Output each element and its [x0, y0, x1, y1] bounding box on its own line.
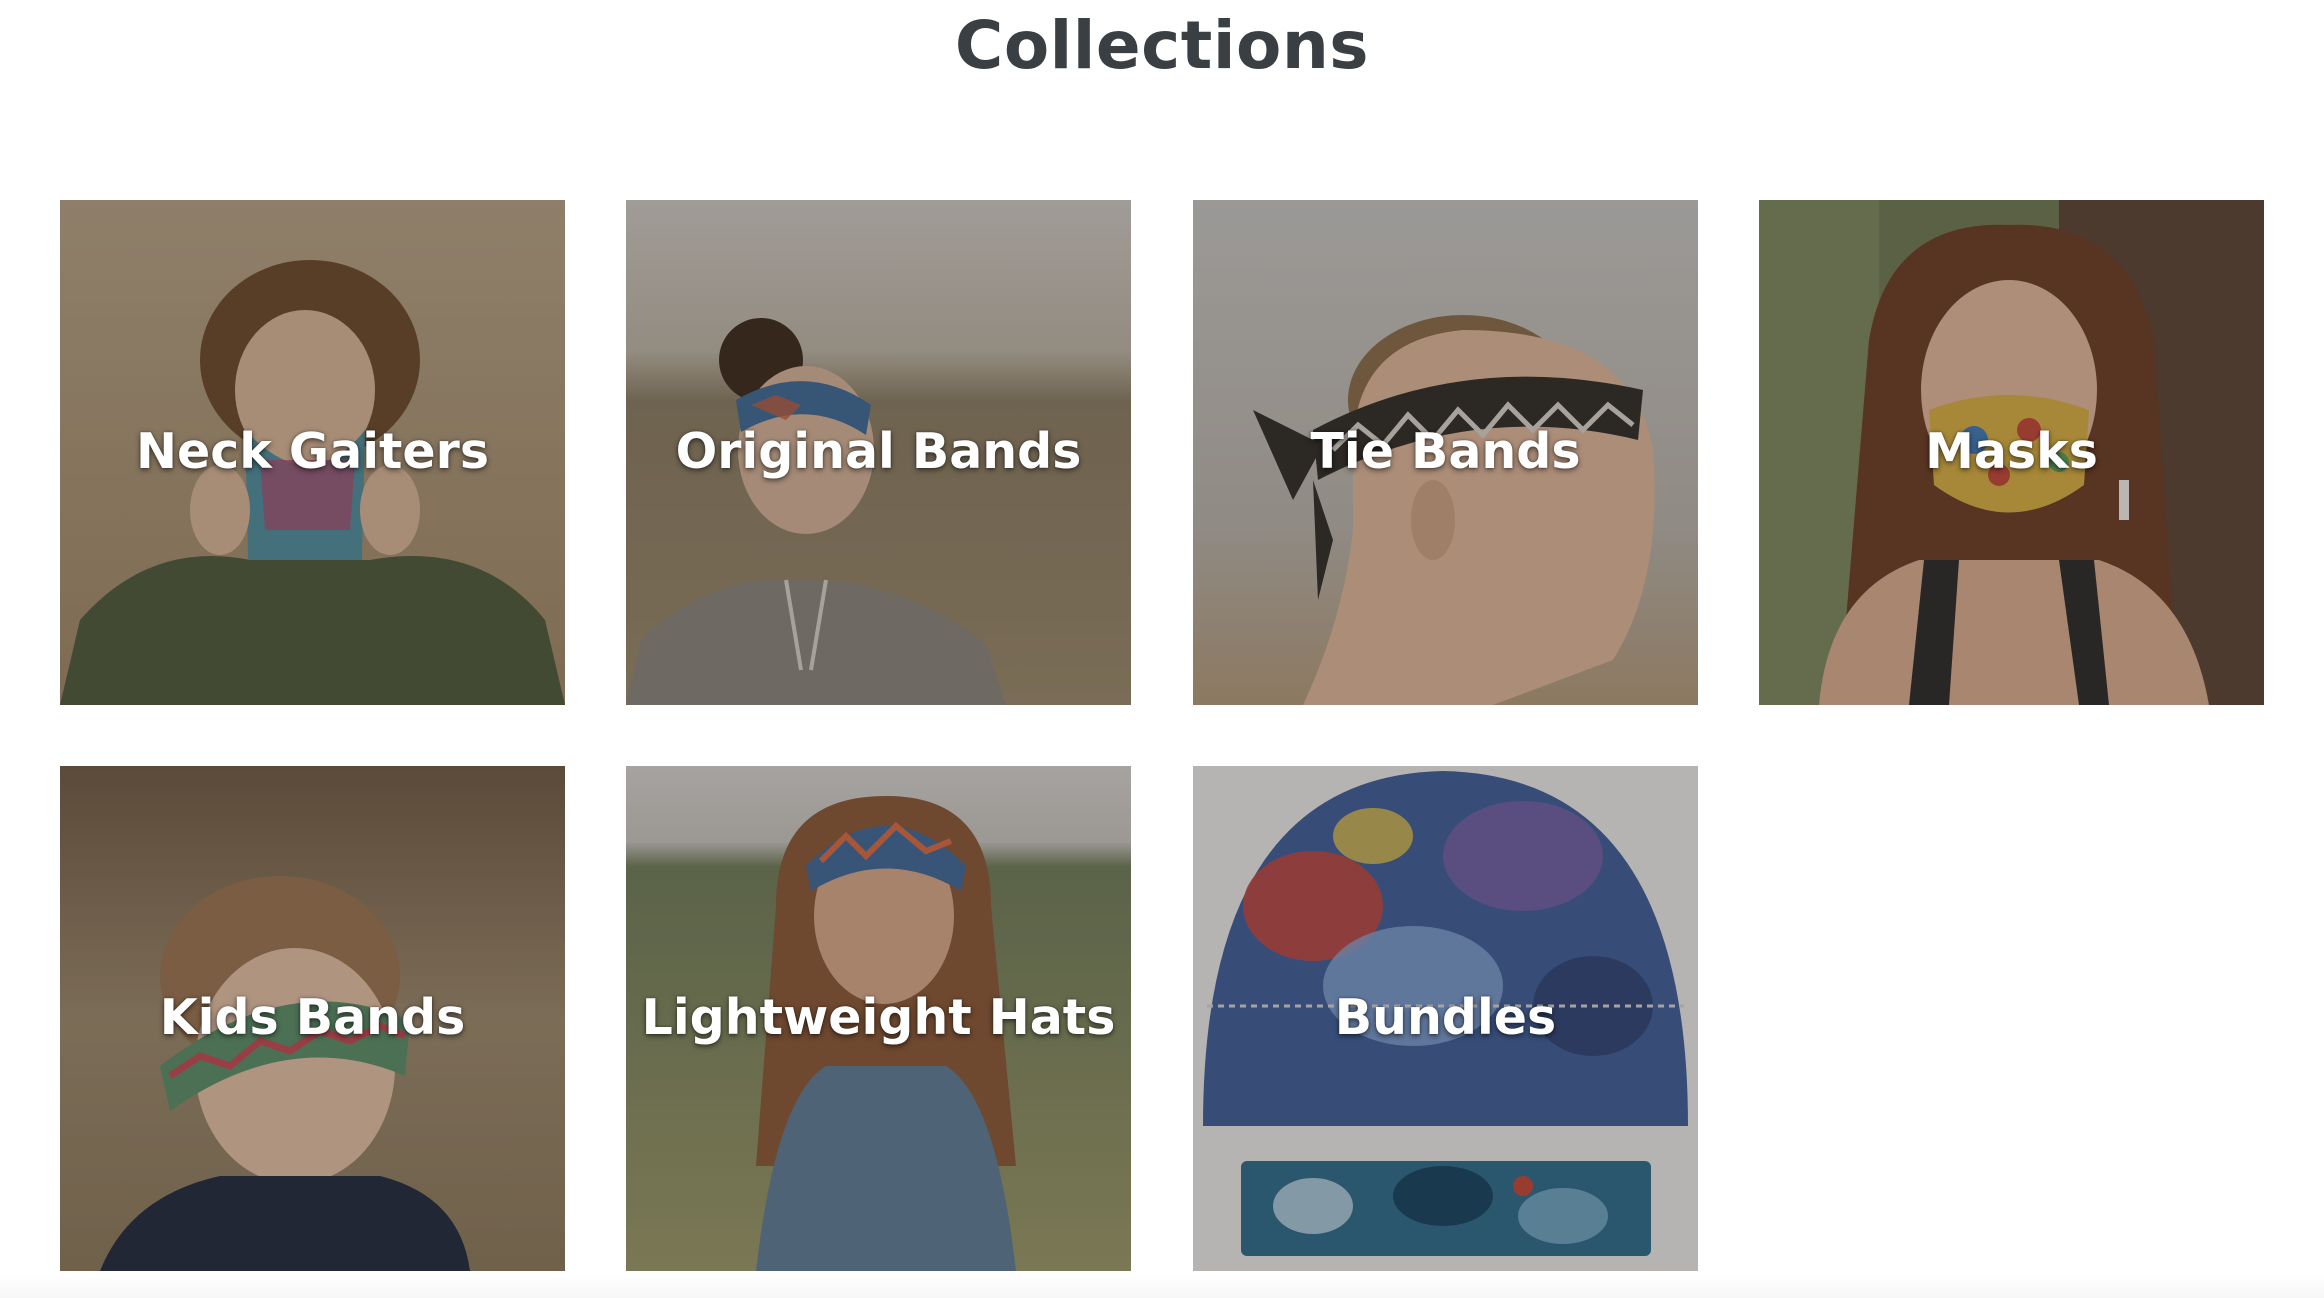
page-footer-edge	[0, 1272, 2324, 1298]
collection-card-neck-gaiters[interactable]: Neck Gaiters	[60, 200, 565, 705]
collection-label: Neck Gaiters	[135, 423, 489, 480]
collection-card-tie-bands[interactable]: Tie Bands	[1193, 200, 1698, 705]
collection-card-kids-bands[interactable]: Kids Bands	[60, 766, 565, 1271]
collection-card-original-bands[interactable]: Original Bands	[626, 200, 1131, 705]
collection-label: Lightweight Hats	[641, 989, 1116, 1046]
collection-label: Kids Bands	[159, 989, 466, 1046]
collection-card-lightweight-hats[interactable]: Lightweight Hats	[626, 766, 1131, 1271]
page-title: Collections	[954, 7, 1370, 84]
collection-label: Masks	[1925, 423, 2098, 480]
collection-label: Bundles	[1334, 989, 1557, 1046]
collection-card-bundles[interactable]: Bundles	[1193, 766, 1698, 1271]
collection-label: Tie Bands	[1310, 423, 1581, 480]
collection-card-masks[interactable]: Masks	[1759, 200, 2264, 705]
collection-label: Original Bands	[675, 423, 1082, 480]
